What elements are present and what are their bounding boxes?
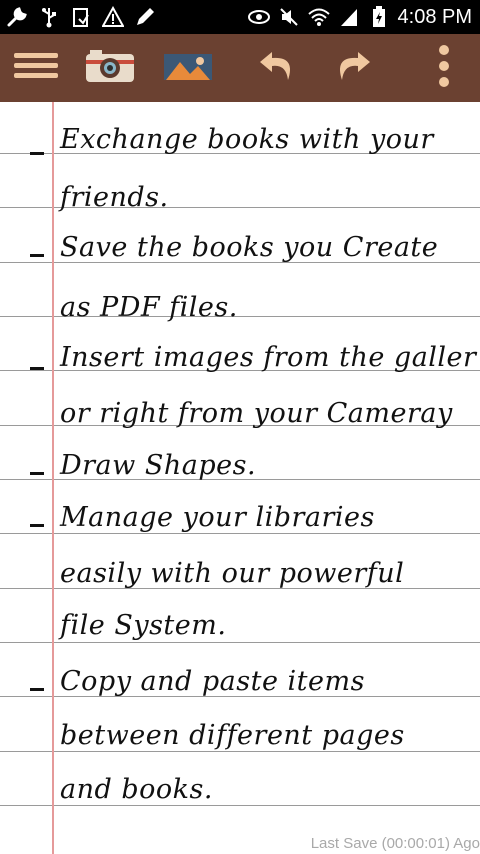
clock: 4:08 PM — [397, 6, 472, 28]
wrench-icon — [6, 5, 28, 29]
note-line: and books. — [60, 774, 213, 805]
menu-icon — [12, 46, 60, 90]
ruled-line — [0, 533, 480, 534]
clipboard-icon — [70, 5, 92, 29]
toolbar — [0, 34, 480, 102]
note-line: Exchange books with your — [60, 124, 434, 155]
bullet-dash — [30, 152, 44, 155]
pencil-icon — [134, 5, 156, 29]
eye-icon — [247, 5, 270, 29]
last-save-status: Last Save (00:00:01) Ago — [310, 835, 480, 852]
camera-button[interactable] — [84, 44, 136, 92]
overflow-icon — [436, 44, 452, 92]
note-line: as PDF files. — [60, 292, 238, 323]
bullet-dash — [30, 524, 44, 527]
redo-icon — [332, 46, 372, 90]
undo-button[interactable] — [252, 44, 304, 92]
note-line: Insert images from the galler — [60, 342, 477, 373]
note-line: easily with our powerful — [60, 558, 405, 589]
overflow-menu-button[interactable] — [418, 44, 470, 92]
bullet-dash — [30, 254, 44, 257]
mute-icon — [278, 5, 300, 29]
note-line: Manage your libraries — [60, 502, 375, 533]
usb-icon — [38, 5, 60, 29]
note-line: friends. — [60, 182, 169, 213]
note-line: or right from your Cameray — [60, 398, 453, 429]
camera-icon — [84, 46, 136, 90]
redo-button[interactable] — [326, 44, 378, 92]
undo-icon — [258, 46, 298, 90]
warning-icon — [102, 5, 124, 29]
status-right-icons: 4:08 PM — [247, 4, 472, 30]
gallery-icon — [162, 46, 214, 90]
note-line: file System. — [60, 610, 227, 641]
note-line: Save the books you Create — [60, 232, 439, 263]
bullet-dash — [30, 472, 44, 475]
ruled-line — [0, 751, 480, 752]
note-line: Draw Shapes. — [60, 450, 257, 481]
battery-icon — [368, 5, 390, 29]
menu-button[interactable] — [10, 44, 62, 92]
signal-icon — [338, 5, 360, 29]
status-bar: 4:08 PM — [0, 0, 480, 34]
bullet-dash — [30, 367, 44, 370]
status-left-icons — [6, 5, 156, 29]
wifi-icon — [307, 5, 330, 29]
ruled-line — [0, 805, 480, 806]
gallery-button[interactable] — [162, 44, 214, 92]
note-line: Copy and paste items — [60, 666, 365, 697]
bullet-dash — [30, 688, 44, 691]
ruled-line — [0, 642, 480, 643]
note-line: between different pages — [60, 720, 405, 751]
margin-line — [52, 102, 54, 854]
